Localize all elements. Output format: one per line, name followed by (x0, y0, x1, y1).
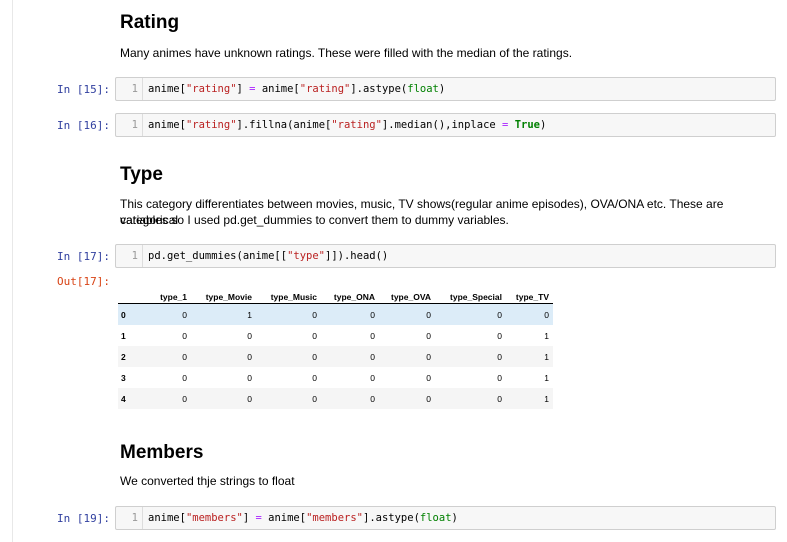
code-line[interactable]: anime["rating"] = anime["rating"].astype… (148, 78, 445, 100)
table-cell: 0 (544, 309, 549, 320)
row-index: 1 (121, 330, 126, 341)
table-cell: 0 (370, 372, 375, 383)
table-cell: 0 (312, 330, 317, 341)
table-cell: 0 (247, 393, 252, 404)
column-header: type_ONA (321, 287, 379, 304)
table-cell: 1 (247, 309, 252, 320)
table-cell: 1 (544, 393, 549, 404)
table-cell: 1 (544, 372, 549, 383)
table-cell: 0 (426, 309, 431, 320)
table-cell: 0 (247, 372, 252, 383)
table-cell: 0 (312, 372, 317, 383)
table-cell: 0 (497, 393, 502, 404)
row-index: 4 (121, 393, 126, 404)
table-cell: 0 (497, 330, 502, 341)
code-cell-15[interactable]: 1 anime["rating"] = anime["rating"].asty… (115, 77, 776, 101)
input-prompt-19: In [19]: (57, 512, 110, 525)
column-header: type_TV (506, 287, 553, 304)
section-heading-rating: Rating (120, 12, 180, 33)
code-line[interactable]: anime["rating"].fillna(anime["rating"].m… (148, 114, 546, 136)
table-cell: 1 (544, 351, 549, 362)
table-cell: 0 (426, 330, 431, 341)
table-cell: 0 (312, 309, 317, 320)
table-cell: 1 (544, 330, 549, 341)
table-row: 4 0 0 0 0 0 0 1 (118, 388, 553, 409)
table-cell: 0 (182, 372, 187, 383)
table-cell: 0 (370, 393, 375, 404)
code-cell-17[interactable]: 1 pd.get_dummies(anime[["type"]]).head() (115, 244, 776, 268)
output-prompt-17: Out[17]: (57, 275, 110, 288)
table-cell: 0 (247, 351, 252, 362)
table-cell: 0 (312, 393, 317, 404)
table-cell: 0 (312, 351, 317, 362)
table-header-row: type_1 type_Movie type_Music type_ONA ty… (118, 287, 553, 304)
code-line[interactable]: anime["members"] = anime["members"].asty… (148, 507, 458, 529)
section-text-rating: Many animes have unknown ratings. These … (120, 46, 573, 60)
table-cell: 0 (426, 351, 431, 362)
input-prompt-15: In [15]: (57, 83, 110, 96)
code-cell-16[interactable]: 1 anime["rating"].fillna(anime["rating"]… (115, 113, 776, 137)
table-cell: 0 (497, 351, 502, 362)
line-number: 1 (116, 114, 143, 136)
table-cell: 0 (370, 309, 375, 320)
column-header: type_OVA (379, 287, 435, 304)
column-header: type_Movie (191, 287, 256, 304)
row-index: 0 (121, 309, 126, 320)
column-header (118, 287, 139, 304)
dataframe-output-table: type_1 type_Movie type_Music type_ONA ty… (118, 287, 553, 409)
table-cell: 0 (370, 330, 375, 341)
column-header: type_1 (139, 287, 191, 304)
table-cell: 0 (182, 330, 187, 341)
table-cell: 0 (497, 309, 502, 320)
table-cell: 0 (497, 372, 502, 383)
table-cell: 0 (426, 393, 431, 404)
column-header: type_Special (435, 287, 506, 304)
row-index: 3 (121, 372, 126, 383)
table-cell: 0 (182, 351, 187, 362)
table-cell: 0 (370, 351, 375, 362)
table-cell: 0 (426, 372, 431, 383)
input-prompt-16: In [16]: (57, 119, 110, 132)
table-row: 2 0 0 0 0 0 0 1 (118, 346, 553, 367)
section-text-members: We converted thje strings to float (120, 474, 295, 488)
section-heading-type: Type (120, 164, 163, 185)
table-row: 1 0 0 0 0 0 0 1 (118, 325, 553, 346)
line-number: 1 (116, 245, 143, 267)
table-row: 0 0 1 0 0 0 0 0 (118, 303, 553, 325)
section-text-type-line2: variables so I used pd.get_dummies to co… (120, 213, 509, 227)
input-prompt-17: In [17]: (57, 250, 110, 263)
section-heading-members: Members (120, 442, 204, 463)
code-line[interactable]: pd.get_dummies(anime[["type"]]).head() (148, 245, 388, 267)
row-index: 2 (121, 351, 126, 362)
table-row: 3 0 0 0 0 0 0 1 (118, 367, 553, 388)
table-cell: 0 (182, 309, 187, 320)
code-cell-19[interactable]: 1 anime["members"] = anime["members"].as… (115, 506, 776, 530)
column-header: type_Music (256, 287, 321, 304)
line-number: 1 (116, 507, 143, 529)
line-number: 1 (116, 78, 143, 100)
table-cell: 0 (247, 330, 252, 341)
table-cell: 0 (182, 393, 187, 404)
